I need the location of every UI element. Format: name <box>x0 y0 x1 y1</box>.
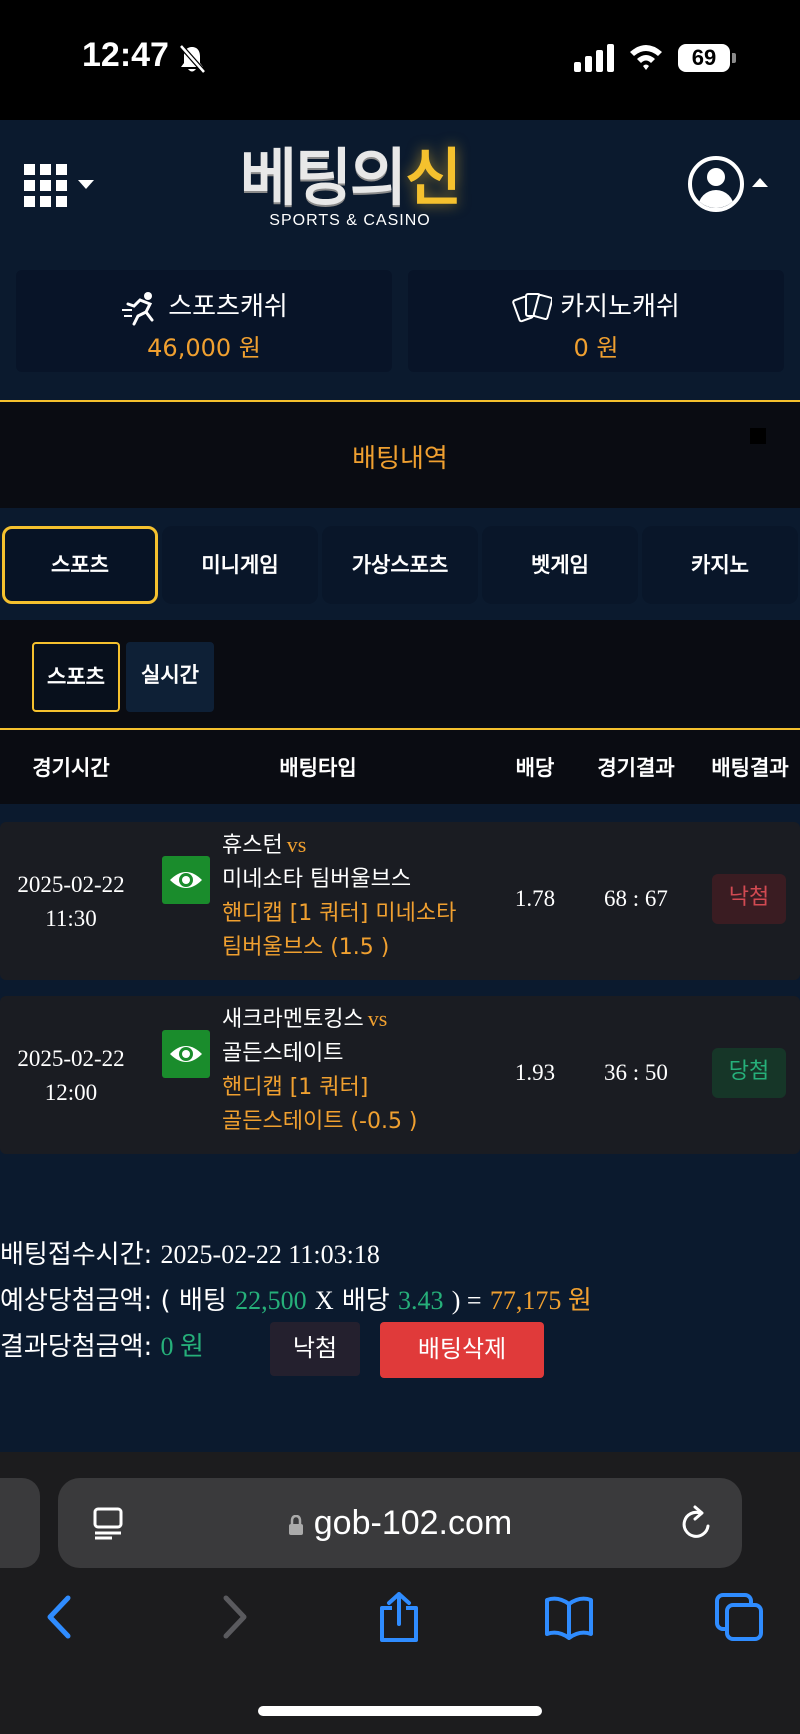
sports-cash-value: 46,000 원 <box>147 334 261 362</box>
section-title-bar: 배팅내역 <box>0 400 800 508</box>
away-team: 미네소타 팀버울브스 <box>222 867 412 892</box>
delete-bet-button[interactable]: 배팅삭제 <box>380 1322 544 1378</box>
eye-icon[interactable] <box>162 1030 210 1078</box>
site-header: 베팅의신 SPORTS & CASINO <box>0 120 800 268</box>
signal-icon <box>574 44 614 72</box>
column-header-type: 배팅타입 <box>279 756 357 780</box>
total-odds: 3.43 <box>397 1286 444 1315</box>
status-badge: 낙첨 <box>712 874 786 924</box>
status-badge: 당첨 <box>712 1048 786 1098</box>
column-header-score: 경기결과 <box>597 756 675 780</box>
match-time: 11:30 <box>45 906 97 931</box>
chevron-down-icon[interactable] <box>78 180 94 189</box>
battery-icon: 69 <box>678 44 736 72</box>
column-header-result: 배팅결과 <box>711 756 789 780</box>
odds-value: 1.93 <box>514 1060 556 1085</box>
expected-win-line: 예상당첨금액: ( 배팅 22,500 X 배당 3.43 ) = 77,175… <box>0 1280 592 1317</box>
tab-betgame[interactable]: 벳게임 <box>482 526 638 604</box>
match-datetime: 2025-02-22 12:00 <box>0 1042 142 1110</box>
forward-arrow-icon[interactable] <box>208 1592 258 1642</box>
running-person-icon <box>122 291 154 325</box>
lock-icon <box>288 1515 303 1535</box>
bet-pick-line2: 팀버울브스 (1.5 ) <box>222 935 390 960</box>
grid-menu-icon[interactable] <box>24 164 68 208</box>
sports-cash-label: 스포츠캐쉬 <box>168 292 288 322</box>
subtab-live[interactable]: 실시간 <box>126 642 214 712</box>
result-win-label: 결과당첨금액: <box>0 1332 153 1362</box>
accept-time-value: 2025-02-22 11:03:18 <box>160 1240 380 1269</box>
column-header-time: 경기시간 <box>32 756 110 780</box>
multiply-sign: X <box>314 1286 334 1315</box>
tab-minigame[interactable]: 미니게임 <box>162 526 318 604</box>
table-row: 2025-02-22 11:30 휴스턴 vs 미네소타 팀버울브스 핸디캡 [1… <box>0 822 800 980</box>
page-title: 배팅내역 <box>352 444 448 474</box>
url-display: gob-102.com <box>58 1504 742 1543</box>
bookmarks-icon[interactable] <box>544 1592 594 1642</box>
expected-open: ( 배팅 <box>160 1286 227 1316</box>
expected-amount: 77,175 원 <box>489 1286 592 1315</box>
bet-pick-line2: 골든스테이트 (-0.5 ) <box>222 1109 418 1134</box>
user-account-icon[interactable] <box>688 156 744 212</box>
reload-icon[interactable] <box>680 1504 714 1542</box>
accept-time-label: 배팅접수시간: <box>0 1240 153 1270</box>
bet-pick-line1: 핸디캡 [1 쿼터] <box>222 1075 369 1100</box>
expected-win-label: 예상당첨금액: <box>0 1286 153 1316</box>
casino-cash-value: 0 원 <box>573 334 619 362</box>
subtab-sports[interactable]: 스포츠 <box>32 642 120 712</box>
expected-close: ) = <box>451 1286 482 1315</box>
odds-label: 배당 <box>341 1286 390 1316</box>
match-time: 12:00 <box>44 1080 98 1105</box>
tab-sports[interactable]: 스포츠 <box>2 526 158 604</box>
ios-status-bar: 12:47 69 <box>0 0 800 120</box>
table-row: 2025-02-22 12:00 새크라멘토킹스 vs 골든스테이트 핸디캡 [1… <box>0 996 800 1154</box>
home-team: 새크라멘토킹스 <box>222 1007 364 1032</box>
vs-label: vs <box>367 1006 388 1031</box>
match-score: 36 : 50 <box>604 1060 668 1085</box>
column-header-odds: 배당 <box>515 756 555 780</box>
bell-slash-icon <box>179 44 206 74</box>
logo-text: 베팅의 <box>239 141 407 214</box>
away-team: 골든스테이트 <box>222 1041 344 1066</box>
browser-toolbar: gob-102.com <box>0 1452 800 1734</box>
table-header: 경기시간 배팅타입 배당 경기결과 배팅결과 <box>0 728 800 804</box>
match-info: 새크라멘토킹스 vs 골든스테이트 핸디캡 [1 쿼터] 골든스테이트 (-0.5… <box>222 1002 472 1139</box>
share-icon[interactable] <box>374 1592 424 1642</box>
stake-amount: 22,500 <box>235 1286 307 1315</box>
casino-cash-card: 카지노캐쉬 0 원 <box>408 270 784 372</box>
site-logo[interactable]: 베팅의신 SPORTS & CASINO <box>220 140 480 250</box>
tab-virtual-sports[interactable]: 가상스포츠 <box>322 526 478 604</box>
match-date: 2025-02-22 <box>17 1046 125 1071</box>
vs-label: vs <box>286 832 307 857</box>
square-icon <box>750 428 766 444</box>
address-bar[interactable]: gob-102.com <box>58 1478 742 1568</box>
result-win-line: 결과당첨금액: 0 원 <box>0 1326 204 1363</box>
lose-status-button[interactable]: 낙첨 <box>270 1322 360 1376</box>
match-date: 2025-02-22 <box>17 872 125 897</box>
tab-casino[interactable]: 카지노 <box>642 526 798 604</box>
category-tabs: 스포츠 미니게임 가상스포츠 벳게임 카지노 <box>0 524 800 606</box>
match-datetime: 2025-02-22 11:30 <box>0 868 142 936</box>
previous-tab-preview[interactable] <box>0 1478 40 1568</box>
sports-cash-card: 스포츠캐쉬 46,000 원 <box>16 270 392 372</box>
eye-icon[interactable] <box>162 856 210 904</box>
match-info: 휴스턴 vs 미네소타 팀버울브스 핸디캡 [1 쿼터] 미네소타 팀버울브스 (… <box>222 828 472 965</box>
tabs-overview-icon[interactable] <box>714 1592 764 1642</box>
back-arrow-icon[interactable] <box>36 1592 86 1642</box>
result-amount: 0 원 <box>160 1332 204 1361</box>
home-indicator <box>258 1706 542 1716</box>
home-team: 휴스턴 <box>222 833 283 858</box>
sub-tabs: 스포츠 실시간 <box>0 620 800 728</box>
match-score: 68 : 67 <box>604 886 668 911</box>
casino-cash-label: 카지노캐쉬 <box>560 292 680 322</box>
logo-text-gold: 신 <box>405 141 462 214</box>
status-time: 12:47 <box>82 36 169 74</box>
wifi-icon <box>630 45 662 70</box>
url-text: gob-102.com <box>313 1504 513 1542</box>
accept-time-line: 배팅접수시간: 2025-02-22 11:03:18 <box>0 1234 380 1271</box>
chevron-up-icon[interactable] <box>752 178 768 187</box>
bet-pick-line1: 핸디캡 [1 쿼터] 미네소타 <box>222 901 457 926</box>
odds-value: 1.78 <box>514 886 556 911</box>
playing-cards-icon <box>512 292 553 322</box>
